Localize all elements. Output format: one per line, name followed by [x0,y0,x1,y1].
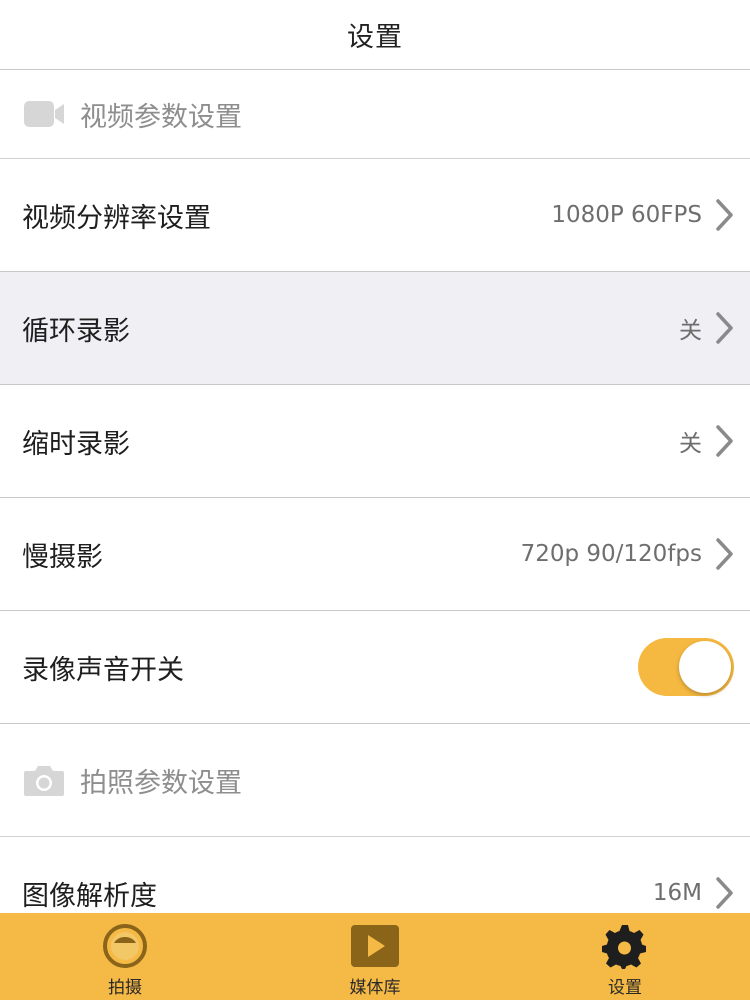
chevron-right-icon [714,424,736,458]
camera-icon [22,764,66,796]
setting-value: 关 [679,431,702,457]
section-title-video: 视频参数设置 [80,101,242,133]
toggle-knob [679,641,731,693]
setting-row-loop-recording[interactable]: 循环录影 关 [0,272,750,385]
setting-value: 16M [652,880,702,906]
tab-bar: 拍摄 媒体库 设置 [0,913,750,1000]
setting-row-audio-toggle: 录像声音开关 [0,611,750,724]
setting-label: 录像声音开关 [22,654,184,686]
tab-capture[interactable]: 拍摄 [0,913,250,1000]
settings-list: 视频参数设置 视频分辨率设置 1080P 60FPS 循环录影 关 缩时录影 关… [0,70,750,950]
setting-value: 720p 90/120fps [520,541,702,567]
settings-screen: 设置 视频参数设置 视频分辨率设置 1080P 60FPS 循环录影 关 缩时录… [0,0,750,1000]
tab-label: 拍摄 [108,978,142,998]
page-title: 设置 [347,22,403,53]
setting-row-slow-motion[interactable]: 慢摄影 720p 90/120fps [0,498,750,611]
section-header-video: 视频参数设置 [0,70,750,159]
video-camera-icon [22,98,66,130]
chevron-right-icon [714,198,736,232]
section-title-photo: 拍照参数设置 [80,767,242,799]
tab-label: 设置 [608,978,642,998]
chevron-right-icon [714,311,736,345]
setting-label: 视频分辨率设置 [22,202,211,234]
chevron-right-icon [714,537,736,571]
setting-value: 关 [679,318,702,344]
tab-media-library[interactable]: 媒体库 [250,913,500,1000]
play-icon [349,923,401,969]
setting-label: 缩时录影 [22,428,130,460]
setting-label: 图像解析度 [22,880,157,912]
chevron-right-icon [714,876,736,910]
gear-icon [599,923,651,969]
navigation-bar: 设置 [0,0,750,70]
setting-row-video-resolution[interactable]: 视频分辨率设置 1080P 60FPS [0,159,750,272]
setting-value: 1080P 60FPS [551,202,702,228]
lens-icon [99,923,151,969]
tab-label: 媒体库 [349,978,401,998]
setting-row-timelapse[interactable]: 缩时录影 关 [0,385,750,498]
audio-recording-toggle[interactable] [638,638,734,696]
setting-label: 循环录影 [22,315,130,347]
tab-settings[interactable]: 设置 [500,913,750,1000]
section-header-photo: 拍照参数设置 [0,724,750,837]
setting-label: 慢摄影 [22,541,103,573]
